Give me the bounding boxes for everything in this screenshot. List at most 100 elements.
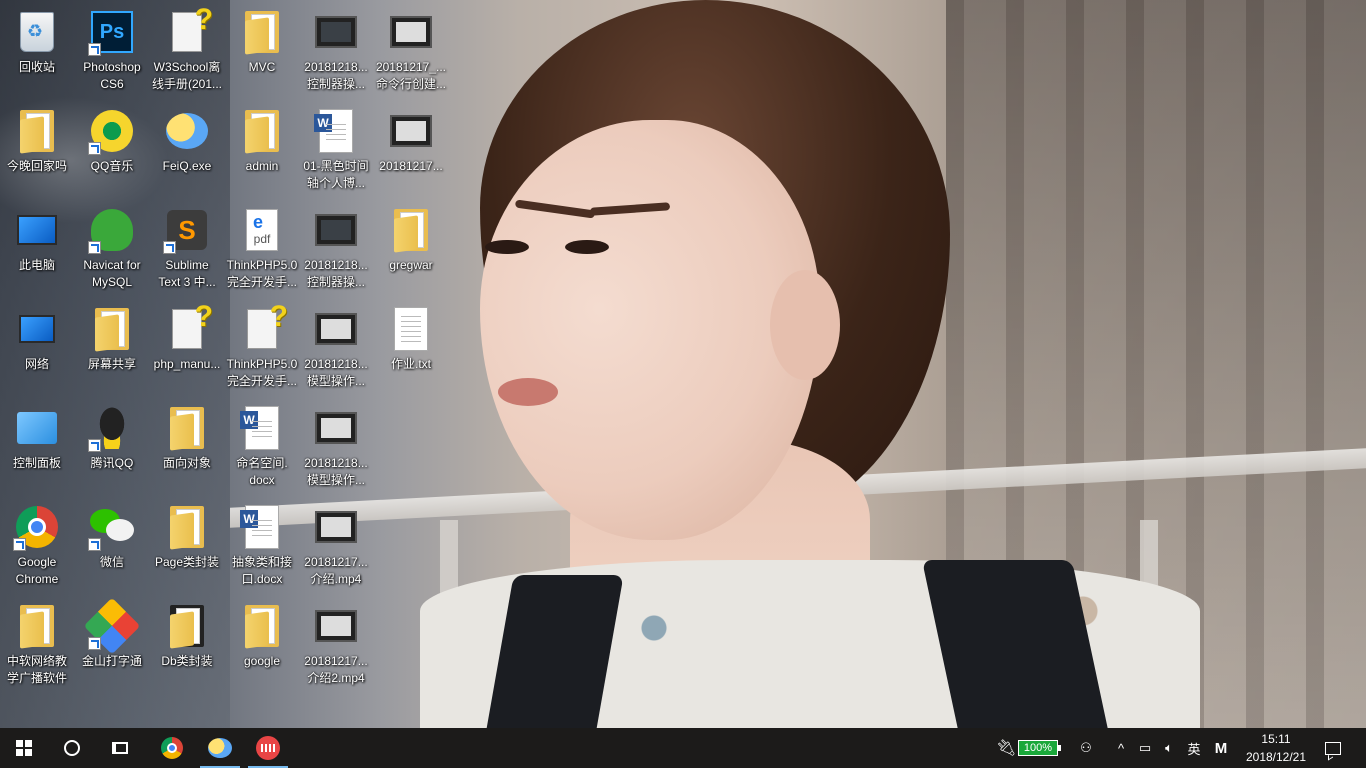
feiq-icon bbox=[208, 738, 232, 758]
taskbar-app-keyboard[interactable] bbox=[244, 728, 292, 768]
video-file-icon bbox=[315, 313, 357, 345]
video-file-icon bbox=[315, 610, 357, 642]
icon-label: 20181218... 控制器操... bbox=[304, 60, 368, 91]
shortcut-arrow-icon bbox=[88, 241, 101, 254]
desktop-icon-word-doc[interactable]: W 抽象类和接 口.docx bbox=[225, 499, 299, 595]
desktop-icon-video[interactable]: 20181218... 模型操作... bbox=[299, 400, 373, 496]
desktop-icon-control-panel[interactable]: 控制面板 bbox=[0, 400, 74, 496]
desktop-icon-folder[interactable]: 面向对象 bbox=[150, 400, 224, 496]
desktop-icon-photoshop[interactable]: Ps Photoshop CS6 bbox=[75, 4, 149, 100]
shortcut-arrow-icon bbox=[88, 142, 101, 155]
ime-mode-indicator[interactable]: M bbox=[1208, 728, 1234, 768]
desktop-icon-video[interactable]: 20181217... 介绍.mp4 bbox=[299, 499, 373, 595]
desktop-icon-folder[interactable]: 今晚回家吗 bbox=[0, 103, 74, 199]
chrome-icon bbox=[161, 737, 183, 759]
icon-label: 01-黑色时间 轴个人博... bbox=[303, 159, 369, 190]
desktop-icon-video[interactable]: 20181217... bbox=[374, 103, 448, 199]
desktop-icon-folder[interactable]: 屏幕共享 bbox=[75, 301, 149, 397]
folder-icon bbox=[20, 110, 54, 154]
desktop-icon-qq-music[interactable]: QQ音乐 bbox=[75, 103, 149, 199]
desktop-icon-word-doc[interactable]: W 命名空间. docx bbox=[225, 400, 299, 496]
icon-label: 20181217... 介绍.mp4 bbox=[304, 555, 368, 586]
desktop-icon-jinshan-typing[interactable]: 金山打字通 bbox=[75, 597, 149, 694]
desktop-icon-folder[interactable]: Page类封装 bbox=[150, 499, 224, 595]
desktop-icon-feiq[interactable]: FeiQ.exe bbox=[150, 103, 224, 199]
cortana-search-button[interactable] bbox=[48, 728, 96, 768]
help-file-icon: ? bbox=[247, 300, 288, 349]
icon-label: 作业.txt bbox=[390, 357, 431, 371]
icon-label: 腾讯QQ bbox=[90, 456, 134, 470]
desktop-icon-video[interactable]: 20181218... 控制器操... bbox=[299, 202, 373, 298]
icon-label: QQ音乐 bbox=[90, 159, 134, 173]
taskbar-app-chrome[interactable] bbox=[148, 728, 196, 768]
desktop-icon-folder[interactable]: admin bbox=[225, 103, 299, 199]
desktop-icon-folder[interactable]: MVC bbox=[225, 4, 299, 100]
folder-icon bbox=[170, 407, 204, 451]
desktop-icon-video[interactable]: 20181217... 介绍2.mp4 bbox=[299, 598, 373, 694]
icon-label: 20181218... 控制器操... bbox=[304, 258, 368, 289]
desktop-icon-wechat[interactable]: 微信 bbox=[75, 499, 149, 595]
battery-indicator[interactable]: 100% bbox=[1016, 728, 1061, 768]
power-plug-icon[interactable]: 🔌︎ bbox=[996, 728, 1016, 768]
icon-label: 微信 bbox=[99, 555, 124, 569]
system-clock[interactable]: 15:11 2018/12/21 bbox=[1236, 730, 1316, 766]
icon-label: Db类封装 bbox=[161, 654, 213, 668]
icon-label: W3School离 线手册(201... bbox=[151, 60, 223, 91]
people-icon[interactable]: ⚇ bbox=[1074, 728, 1098, 768]
desktop-icon-recycle-bin[interactable]: 回收站 bbox=[0, 4, 74, 100]
action-center-button[interactable] bbox=[1318, 728, 1348, 768]
desktop-icon-folder[interactable]: google bbox=[225, 598, 299, 694]
icon-label: Photoshop CS6 bbox=[83, 60, 141, 91]
pdf-file-icon: e pdf bbox=[246, 209, 278, 251]
feiq-icon bbox=[166, 113, 208, 149]
icon-label: MVC bbox=[248, 60, 276, 74]
desktop-icon-folder[interactable]: gregwar bbox=[374, 202, 448, 298]
network-icon bbox=[19, 315, 55, 343]
ime-language-indicator[interactable]: 英 bbox=[1182, 728, 1206, 768]
volume-icon[interactable]: 🔈︎ bbox=[1158, 728, 1180, 768]
desktop-icon-navicat[interactable]: Navicat for MySQL bbox=[75, 202, 149, 298]
taskbar-app-feiq[interactable] bbox=[196, 728, 244, 768]
icon-label: ThinkPHP5.0 完全开发手... bbox=[226, 357, 298, 388]
desktop-icon-word-doc[interactable]: W 01-黑色时间 轴个人博... bbox=[299, 103, 373, 199]
desktop-icon-text-file[interactable]: 作业.txt bbox=[374, 301, 448, 397]
folder-icon bbox=[170, 506, 204, 550]
icon-label: Sublime Text 3 中... bbox=[158, 258, 216, 289]
desktop-icon-sublime-text[interactable]: S Sublime Text 3 中... bbox=[150, 202, 224, 298]
desktop-icon-folder[interactable]: 中软网络教 学广播软件 bbox=[0, 598, 74, 694]
folder-icon bbox=[20, 605, 54, 649]
icon-label: 命名空间. docx bbox=[236, 456, 288, 487]
desktop-icon-video[interactable]: 20181217_... 命令行创建... bbox=[374, 4, 448, 100]
desktop-icon-network[interactable]: 网络 bbox=[0, 301, 74, 397]
icon-label: 控制面板 bbox=[12, 456, 61, 470]
icon-label: Navicat for MySQL bbox=[83, 258, 141, 289]
word-document-icon: W bbox=[240, 505, 279, 549]
icon-label: 抽象类和接 口.docx bbox=[231, 555, 292, 586]
battery-status-icon[interactable]: ▭ bbox=[1134, 728, 1156, 768]
text-file-icon bbox=[394, 307, 428, 351]
icon-label: 回收站 bbox=[18, 60, 55, 74]
shortcut-arrow-icon bbox=[88, 538, 101, 551]
desktop-icon-php-manual[interactable]: ? php_manu... bbox=[150, 300, 224, 397]
video-file-icon bbox=[315, 412, 357, 444]
icon-label: 20181217... 介绍2.mp4 bbox=[304, 654, 368, 685]
show-hidden-icons-chevron-icon[interactable]: ^ bbox=[1110, 728, 1132, 768]
desktop-icon-google-chrome[interactable]: Google Chrome bbox=[0, 499, 74, 595]
icon-label: admin bbox=[245, 159, 279, 173]
notification-icon bbox=[1325, 741, 1341, 755]
desktop-icon-video[interactable]: 20181218... 控制器操... bbox=[299, 4, 373, 100]
desktop-icon-tencent-qq[interactable]: 腾讯QQ bbox=[75, 400, 149, 496]
folder-icon bbox=[95, 308, 129, 352]
video-file-icon bbox=[315, 511, 357, 543]
desktop-icon-thinkphp-manual[interactable]: ? ThinkPHP5.0 完全开发手... bbox=[225, 300, 299, 397]
shortcut-arrow-icon bbox=[13, 538, 26, 551]
desktop-icon-folder[interactable]: Db类封装 bbox=[150, 598, 224, 694]
icon-label: 今晚回家吗 bbox=[6, 159, 67, 173]
task-view-button[interactable] bbox=[96, 728, 144, 768]
desktop-icon-this-pc[interactable]: 此电脑 bbox=[0, 202, 74, 298]
desktop-icon-w3school[interactable]: ? W3School离 线手册(201... bbox=[150, 3, 224, 100]
video-file-icon bbox=[315, 16, 357, 48]
desktop-icon-pdf[interactable]: e pdf ThinkPHP5.0 完全开发手... bbox=[225, 202, 299, 298]
desktop-icon-video[interactable]: 20181218... 模型操作... bbox=[299, 301, 373, 397]
start-button[interactable] bbox=[0, 728, 48, 768]
